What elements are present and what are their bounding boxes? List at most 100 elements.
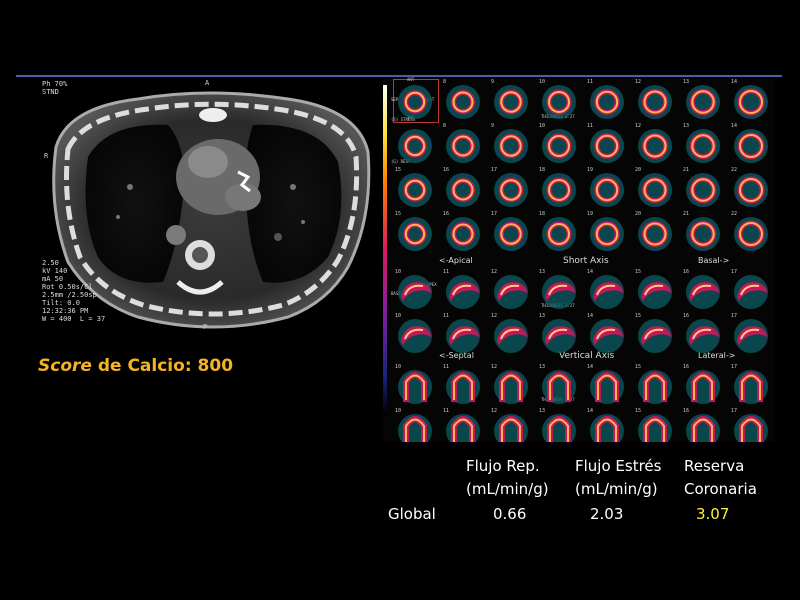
- slice-number: 10: [539, 123, 546, 129]
- slice-number: 10: [395, 408, 402, 414]
- slice-number: 14: [731, 123, 738, 129]
- spect-slice-image: [734, 173, 768, 207]
- spect-slice-image: [686, 173, 720, 207]
- slice-number: 20: [635, 167, 642, 173]
- spect-slice-image: [398, 129, 432, 163]
- slice-number: 10: [539, 79, 546, 85]
- spect-slice: 17: [491, 211, 531, 255]
- spect-slice: 12: [491, 269, 531, 313]
- slice-number: 12: [491, 269, 498, 275]
- spect-slice: 11: [443, 269, 483, 313]
- slice-number: 17: [731, 313, 738, 319]
- spect-slice: 15: [635, 408, 675, 442]
- spect-slice: 14: [731, 123, 771, 167]
- slice-number: 19: [587, 211, 594, 217]
- spect-slice-image: [446, 370, 480, 404]
- slice-number: 9: [491, 123, 495, 129]
- spect-slice: 10: [395, 269, 435, 313]
- slice-number: 14: [587, 269, 594, 275]
- spect-slice: 10: [395, 364, 435, 408]
- score-text: de Calcio: 800: [91, 356, 234, 376]
- slice-number: 17: [491, 211, 498, 217]
- spect-slice: 16: [683, 269, 723, 313]
- spect-slice: 13: [683, 79, 723, 123]
- slice-number: 16: [683, 313, 690, 319]
- spect-slice-image: [734, 217, 768, 251]
- spect-slice: 13: [539, 269, 579, 313]
- value-flujo-estres: 2.03: [590, 505, 624, 523]
- spect-slice-image: [734, 370, 768, 404]
- slice-number: 15: [395, 167, 402, 173]
- color-scale-bar: [383, 85, 387, 415]
- spect-slice-image: [590, 85, 624, 119]
- spect-slice-image: [686, 129, 720, 163]
- spect-slice-image: [686, 85, 720, 119]
- spect-slice: 17: [731, 364, 771, 408]
- slice-number: 17: [731, 269, 738, 275]
- spect-slice-image: [542, 85, 576, 119]
- spect-slice-image: [686, 370, 720, 404]
- spect-slice: 14: [587, 269, 627, 313]
- slice-number: 13: [683, 79, 690, 85]
- spect-slice: 15: [635, 313, 675, 357]
- spect-slice: 12: [635, 79, 675, 123]
- spect-slice-image: [590, 275, 624, 309]
- slice-number: 13: [539, 364, 546, 370]
- slice-number: 13: [539, 408, 546, 414]
- spect-slice-image: [494, 370, 528, 404]
- spect-slice-image: [446, 319, 480, 353]
- slice-number: 12: [635, 123, 642, 129]
- spect-slice-image: [398, 173, 432, 207]
- spect-slice: 16: [443, 211, 483, 255]
- slice-number: 8: [443, 79, 447, 85]
- spect-slice: 19: [587, 211, 627, 255]
- slice-number: 16: [683, 269, 690, 275]
- slice-number: 14: [731, 79, 738, 85]
- slice-number: 11: [443, 269, 450, 275]
- spect-slice-image: [398, 85, 432, 119]
- slice-number: 18: [539, 167, 546, 173]
- spect-slice-image: [638, 85, 672, 119]
- spect-slice-image: [542, 370, 576, 404]
- spect-slice: 11: [587, 123, 627, 167]
- spect-slice-image: [446, 275, 480, 309]
- spect-slice-image: [686, 275, 720, 309]
- spect-slice: 13: [539, 313, 579, 357]
- spect-slice: 13: [683, 123, 723, 167]
- slice-number: 15: [635, 269, 642, 275]
- spect-slice: 14: [587, 408, 627, 442]
- spect-slice: 20: [635, 211, 675, 255]
- slice-number: 20: [635, 211, 642, 217]
- header-flujo-estres-line1: Flujo Estrés: [575, 457, 662, 475]
- header-flujo-estres: Flujo Estrés (mL/min/g): [575, 455, 661, 501]
- spect-slice: 11: [443, 364, 483, 408]
- value-reserva: 3.07: [696, 505, 730, 523]
- spect-slice-image: [734, 275, 768, 309]
- spect-slice-image: [638, 275, 672, 309]
- slice-number: 14: [587, 408, 594, 414]
- value-flujo-rep: 0.66: [493, 505, 527, 523]
- spect-slice-image: [542, 173, 576, 207]
- spect-slice: 17: [491, 167, 531, 211]
- slice-number: 10: [395, 364, 402, 370]
- spect-slice: 10: [539, 123, 579, 167]
- spect-slice-image: [446, 85, 480, 119]
- spect-slice-image: [542, 129, 576, 163]
- spect-slice: 12: [491, 364, 531, 408]
- slice-number: 21: [683, 211, 690, 217]
- score-word: Score: [38, 356, 92, 376]
- slice-number: 22: [731, 167, 738, 173]
- short-axis-title: Short Axis: [563, 256, 609, 266]
- header-flujo-rep: Flujo Rep. (mL/min/g): [466, 455, 549, 501]
- spect-slice: 8: [443, 123, 483, 167]
- spect-slice: 17: [731, 408, 771, 442]
- ct-orientation-a: A: [205, 79, 210, 87]
- spect-slice: 9: [491, 123, 531, 167]
- spect-slice-image: [686, 217, 720, 251]
- spect-slice-image: [494, 319, 528, 353]
- slice-number: 19: [587, 167, 594, 173]
- slice-number: 8: [443, 123, 447, 129]
- slice-number: 13: [539, 313, 546, 319]
- spect-slice: 12: [491, 313, 531, 357]
- spect-slice: 14: [587, 313, 627, 357]
